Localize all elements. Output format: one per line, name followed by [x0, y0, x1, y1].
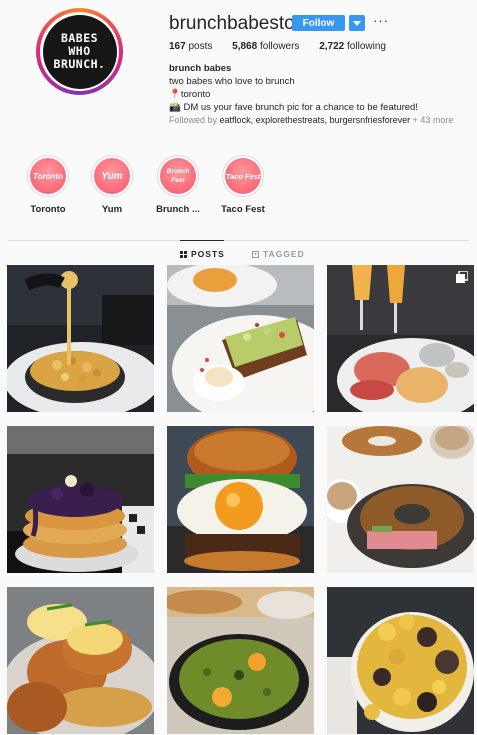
posts-count-stat: 167 posts — [169, 41, 212, 52]
followers-count: 5,868 — [232, 41, 258, 52]
highlight-ring: Yum — [91, 155, 133, 197]
posts-label: posts — [188, 41, 213, 52]
pin-icon: 📍 — [169, 89, 181, 100]
highlight-ring: Taco Fest — [222, 155, 264, 197]
post-thumbnail-mac-and-mushrooms[interactable] — [327, 587, 474, 734]
avatar-text-line: BRUNCH. — [53, 57, 106, 71]
highlight-ring: Toronto — [27, 155, 69, 197]
post-thumbnail-egg-burger[interactable] — [167, 426, 314, 573]
camera-icon: 📸 — [169, 102, 181, 113]
post-thumbnail-charcuterie-mimosas[interactable] — [327, 265, 474, 412]
profile-stats: 167 posts 5,868 followers 2,722 followin… — [169, 41, 403, 52]
active-tab-indicator — [180, 240, 224, 241]
following-count: 2,722 — [319, 41, 345, 52]
grid-icon — [180, 250, 187, 258]
post-thumbnail-blueberry-pancakes[interactable] — [7, 426, 154, 573]
avatar: BABES WHO BRUNCH. — [42, 14, 117, 89]
post-thumbnail-bagel-latte[interactable] — [327, 426, 474, 573]
multiple-images-icon — [456, 271, 468, 283]
highlight-cover: Brunch Fest — [160, 158, 196, 194]
followed-by-more: + 43 more — [412, 115, 454, 125]
highlight-brunch-fest[interactable]: Brunch Fest Brunch ... — [143, 155, 213, 215]
follow-button[interactable]: Follow — [292, 15, 345, 31]
more-options-button[interactable]: ··· — [373, 13, 389, 28]
post-thumbnail-eggs-benedict[interactable] — [7, 587, 154, 734]
post-thumbnail-green-shakshuka[interactable] — [167, 587, 314, 734]
highlight-label: Taco Fest — [221, 204, 265, 215]
following-label: following — [347, 41, 386, 52]
bio-cta-text: DM us your fave brunch pic for a chance … — [183, 102, 418, 113]
followers-stat[interactable]: 5,868 followers — [232, 41, 299, 52]
post-thumbnail-mac-and-cheese[interactable] — [7, 265, 154, 412]
highlight-cover: Toronto — [30, 158, 66, 194]
highlight-toronto[interactable]: Toronto Toronto — [13, 155, 83, 215]
profile-full-name: brunch babes — [169, 63, 232, 74]
post-thumbnail-avocado-toast[interactable] — [167, 265, 314, 412]
tag-icon — [252, 250, 259, 258]
avatar-border: BABES WHO BRUNCH. — [40, 12, 119, 91]
tabs-divider — [8, 240, 469, 241]
following-stat[interactable]: 2,722 following — [319, 41, 386, 52]
tab-tagged-label: TAGGED — [263, 249, 305, 259]
profile-bio: brunch babes two babes who love to brunc… — [169, 62, 469, 114]
bio-line: two babes who love to brunch — [169, 76, 295, 87]
bio-line-location: 📍toronto — [169, 88, 469, 101]
followed-by-names: eatflock, explorethestreats, burgersnfri… — [219, 115, 411, 125]
followers-label: followers — [259, 41, 300, 52]
highlight-ring: Brunch Fest — [157, 155, 199, 197]
tab-tagged[interactable]: TAGGED — [252, 249, 305, 259]
highlight-cover: Yum — [94, 158, 130, 194]
posts-count: 167 — [169, 41, 186, 52]
highlight-yum[interactable]: Yum Yum — [77, 155, 147, 215]
followed-by[interactable]: Followed by eatflock, explorethestreats,… — [169, 115, 469, 125]
highlight-label: Brunch ... — [156, 204, 200, 215]
profile-avatar-ring[interactable]: BABES WHO BRUNCH. — [36, 8, 123, 95]
highlight-label: Toronto — [30, 204, 66, 215]
highlight-cover: Taco Fest — [225, 158, 261, 194]
profile-username: brunchbabesto — [169, 13, 295, 34]
suggestions-dropdown-button[interactable] — [349, 15, 365, 31]
bio-line-cta: 📸 DM us your fave brunch pic for a chanc… — [169, 101, 469, 114]
followed-by-prefix: Followed by — [169, 115, 218, 125]
bio-location-text: toronto — [180, 89, 211, 100]
highlight-label: Yum — [101, 204, 123, 215]
tab-posts-label: POSTS — [191, 249, 225, 259]
highlight-taco-fest[interactable]: Taco Fest Taco Fest — [208, 155, 278, 215]
tab-posts[interactable]: POSTS — [180, 249, 225, 259]
chevron-down-icon — [353, 20, 361, 26]
